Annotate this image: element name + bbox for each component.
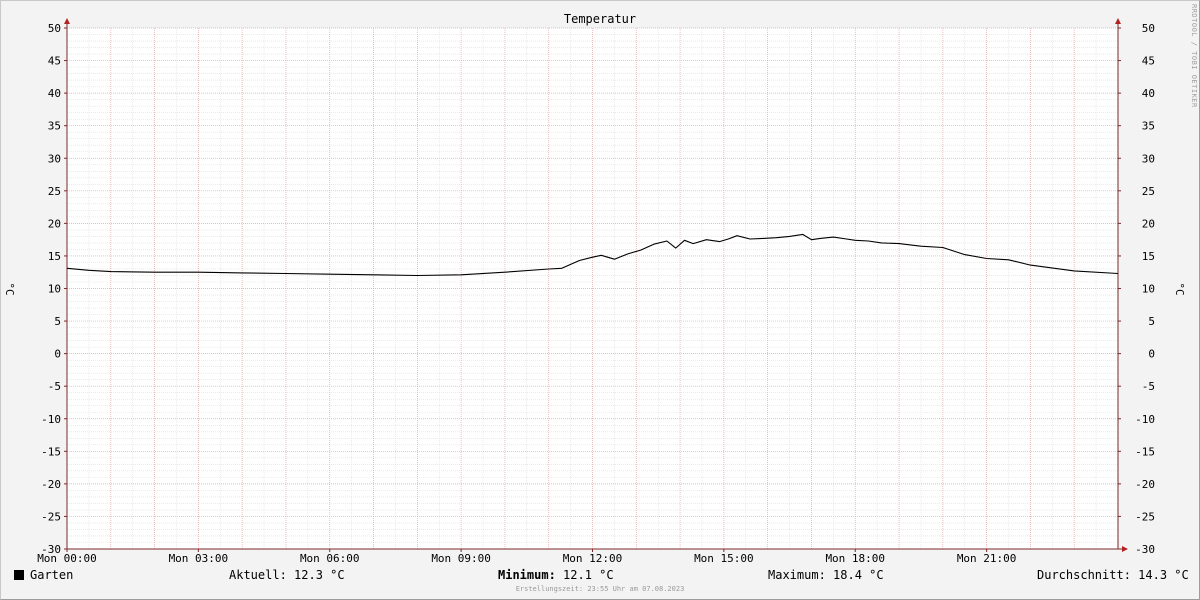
y-tick-label-left: 50 xyxy=(48,22,61,35)
legend-minimum-value: 12.1 °C xyxy=(555,568,614,582)
x-tick-label: Mon 15:00 xyxy=(694,552,754,565)
y-tick-label-right: -5 xyxy=(1142,380,1155,393)
temperature-chart: 50454035302520151050-5-10-15-20-25-30 50… xyxy=(3,12,1186,565)
y-axis-right-ticks: 50454035302520151050-5-10-15-20-25-30 xyxy=(1118,22,1155,556)
rrdtool-watermark: RRDTOOL / TOBI OETIKER xyxy=(1190,4,1198,108)
y-tick-label-right: 5 xyxy=(1148,315,1155,328)
y-tick-label-left: 5 xyxy=(54,315,61,328)
y-tick-label-right: 45 xyxy=(1142,55,1155,68)
y-axis-right-arrow xyxy=(1115,18,1121,24)
legend-minimum-label: Minimum: xyxy=(498,568,556,582)
x-tick-label: Mon 03:00 xyxy=(169,552,229,565)
y-tick-label-right: 0 xyxy=(1148,348,1155,361)
y-tick-label-left: 20 xyxy=(48,217,61,230)
y-tick-label-left: -15 xyxy=(41,445,61,458)
y-tick-label-left: 25 xyxy=(48,185,61,198)
y-tick-label-right: 10 xyxy=(1142,283,1155,296)
y-tick-label-right: 25 xyxy=(1142,185,1155,198)
y-tick-label-right: -25 xyxy=(1135,510,1155,523)
y-tick-label-right: 35 xyxy=(1142,120,1155,133)
y-tick-label-right: -10 xyxy=(1135,413,1155,426)
y-tick-label-left: -20 xyxy=(41,478,61,491)
x-tick-label: Mon 18:00 xyxy=(825,552,885,565)
y-tick-label-left: 15 xyxy=(48,250,61,263)
y-tick-label-right: 30 xyxy=(1142,152,1155,165)
y-tick-label-right: 50 xyxy=(1142,22,1155,35)
y-tick-label-left: 40 xyxy=(48,87,61,100)
legend-average: Durchschnitt: 14.3 °C xyxy=(1037,568,1189,582)
y-tick-label-left: 30 xyxy=(48,152,61,165)
y-axis-left-ticks: 50454035302520151050-5-10-15-20-25-30 xyxy=(41,22,67,556)
legend-series-name: Garten xyxy=(30,568,74,582)
creation-time-note: Erstellungszeit: 23:55 Uhr am 07.08.2023 xyxy=(515,585,685,593)
y-tick-label-right: -15 xyxy=(1135,445,1155,458)
y-axis-left-arrow xyxy=(64,18,70,24)
chart-title: Temperatur xyxy=(564,12,636,26)
y-tick-label-left: 45 xyxy=(48,55,61,68)
x-tick-label: Mon 21:00 xyxy=(957,552,1017,565)
y-axis-label-left: °C xyxy=(3,282,16,295)
y-tick-label-right: -30 xyxy=(1135,543,1155,556)
y-tick-label-right: -20 xyxy=(1135,478,1155,491)
legend-current: Aktuell: 12.3 °C xyxy=(229,568,345,582)
y-tick-label-right: 15 xyxy=(1142,250,1155,263)
x-tick-label: Mon 00:00 xyxy=(37,552,97,565)
y-tick-label-left: 0 xyxy=(54,348,61,361)
legend-maximum: Maximum: 18.4 °C xyxy=(768,568,884,582)
x-axis-arrow xyxy=(1122,546,1128,552)
y-tick-label-left: -25 xyxy=(41,510,61,523)
y-axis-label-right: °C xyxy=(1173,282,1186,295)
x-tick-label: Mon 12:00 xyxy=(563,552,623,565)
y-tick-label-left: 10 xyxy=(48,283,61,296)
x-axis-ticks: Mon 00:00 Mon 03:00 Mon 06:00 Mon 09:00 Mon … xyxy=(37,549,1016,565)
y-tick-label-right: 40 xyxy=(1142,87,1155,100)
y-tick-label-left: -5 xyxy=(48,380,61,393)
x-tick-label: Mon 06:00 xyxy=(300,552,360,565)
y-tick-label-left: -10 xyxy=(41,413,61,426)
y-tick-label-left: 35 xyxy=(48,120,61,133)
legend-swatch xyxy=(14,570,24,580)
legend-minimum: Minimum: 12.1 °C xyxy=(498,568,614,582)
x-tick-label: Mon 09:00 xyxy=(431,552,491,565)
y-tick-label-right: 20 xyxy=(1142,217,1155,230)
